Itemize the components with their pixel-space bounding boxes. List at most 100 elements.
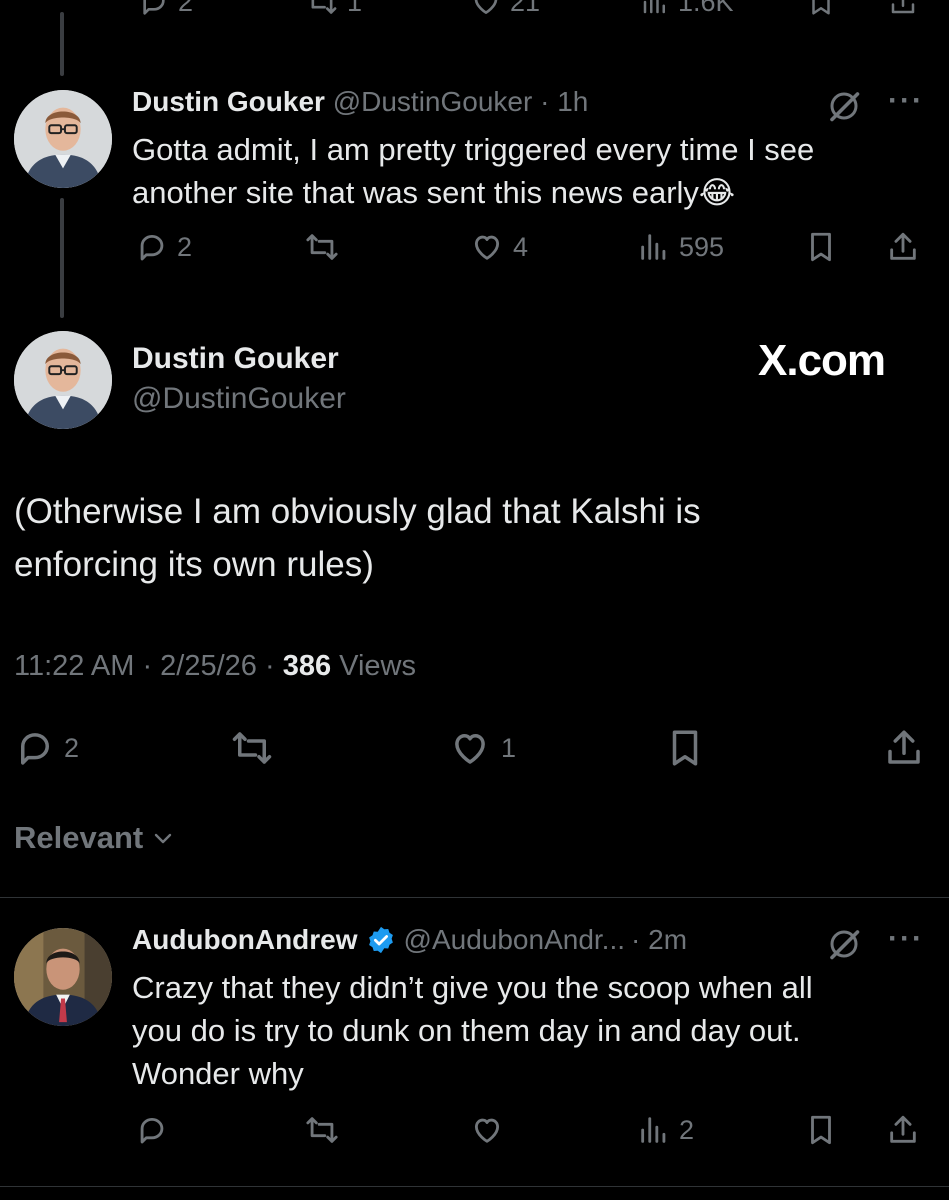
tweet-text-line-2: another site that was sent this news ear… <box>132 175 736 210</box>
top-partial-actions: 2 1 21 1.6K <box>0 0 949 30</box>
bookmark-icon <box>811 1115 831 1145</box>
handle[interactable]: @DustinGouker <box>132 382 346 416</box>
like-count: 4 <box>513 231 529 262</box>
top-share-button[interactable] <box>888 0 918 18</box>
share-button[interactable] <box>882 727 926 769</box>
tweet-header: Dustin Gouker @DustinGouker · 1h <box>132 86 588 118</box>
timestamp[interactable]: · 2m <box>631 924 687 956</box>
repost-button[interactable] <box>303 230 341 264</box>
top-repost-button[interactable]: 1 <box>305 0 362 18</box>
divider <box>0 897 949 898</box>
tweet-text-line-1: Crazy that they didn’t give you the scoo… <box>132 970 813 1005</box>
share-button[interactable] <box>886 230 920 264</box>
views-label[interactable]: Views <box>339 650 416 682</box>
views-count: 595 <box>679 231 725 262</box>
like-button[interactable]: 1 <box>447 727 516 769</box>
display-name[interactable]: Dustin Gouker <box>132 342 339 376</box>
repost-icon <box>232 732 272 764</box>
x-com-brand: X.com <box>758 336 886 385</box>
reply-icon <box>21 733 49 765</box>
more-options-icon[interactable]: ··· <box>888 922 924 956</box>
like-button[interactable] <box>469 1113 505 1147</box>
tweet-header: AudubonAndrew @AudubonAndr... · 2m <box>132 924 687 956</box>
views-icon <box>641 1117 666 1143</box>
reply-icon <box>140 1117 164 1144</box>
reply-button[interactable]: 2 <box>135 230 192 264</box>
views-count: 386 <box>282 650 332 682</box>
top-views-count: 1.6K <box>678 0 734 17</box>
top-reply-count: 2 <box>178 0 194 17</box>
bookmark-button[interactable] <box>804 230 838 264</box>
tweet-text-line-2: enforcing its own rules) <box>14 545 374 584</box>
tweet-text-line-1: Gotta admit, I am pretty triggered every… <box>132 132 815 167</box>
like-count: 1 <box>501 732 517 763</box>
top-bookmark-button[interactable] <box>806 0 836 18</box>
bookmark-icon <box>812 0 830 15</box>
reply-icon <box>143 0 165 15</box>
heart-icon <box>455 734 485 764</box>
verified-badge-icon <box>368 926 393 954</box>
share-button[interactable] <box>886 1113 920 1147</box>
tweet-text: Crazy that they didn’t give you the scoo… <box>132 966 813 1095</box>
avatar[interactable] <box>14 331 112 429</box>
bookmark-icon <box>811 232 831 262</box>
reply-count: 2 <box>64 732 80 763</box>
repost-icon <box>306 1117 338 1143</box>
share-icon <box>888 730 920 764</box>
grok-icon[interactable] <box>826 926 862 962</box>
display-name[interactable]: Dustin Gouker <box>132 86 325 117</box>
views-button[interactable]: 595 <box>637 230 724 264</box>
share-icon <box>890 1115 916 1143</box>
top-like-count: 21 <box>510 0 541 17</box>
tweet-text-line-1: (Otherwise I am obviously glad that Kals… <box>14 492 701 531</box>
top-views-button[interactable]: 1.6K <box>640 0 734 18</box>
reply-count: 2 <box>177 231 193 262</box>
handle[interactable]: @AudubonAndr... <box>404 924 625 956</box>
thread-line-top <box>60 12 64 76</box>
repost-button[interactable] <box>228 727 276 769</box>
timestamp[interactable]: · 1h <box>540 86 588 117</box>
grok-icon[interactable] <box>826 88 862 124</box>
handle[interactable]: @DustinGouker <box>333 86 533 117</box>
bookmark-icon <box>672 730 698 766</box>
tweet-text: (Otherwise I am obviously glad that Kals… <box>14 485 701 591</box>
repost-icon <box>311 0 337 14</box>
profile-photo-icon <box>14 928 112 1026</box>
divider <box>0 1186 949 1187</box>
views-icon <box>641 234 666 260</box>
avatar[interactable] <box>14 90 112 188</box>
top-like-button[interactable]: 21 <box>470 0 540 18</box>
tweet-text: Gotta admit, I am pretty triggered every… <box>132 128 814 214</box>
views-button[interactable]: 2 <box>637 1113 694 1147</box>
heart-icon <box>474 235 500 260</box>
reply-button[interactable]: 2 <box>14 727 79 769</box>
thread-line-middle <box>60 198 64 318</box>
bookmark-button[interactable] <box>804 1113 838 1147</box>
top-reply-button[interactable]: 2 <box>138 0 193 18</box>
avatar[interactable] <box>14 928 112 1026</box>
tweet-text-line-3: Wonder why <box>132 1056 304 1091</box>
sort-dropdown[interactable]: Relevant <box>14 820 175 856</box>
chevron-down-icon <box>155 833 172 844</box>
profile-photo-icon <box>14 90 112 188</box>
more-options-icon[interactable]: ··· <box>888 84 924 118</box>
tweet-time[interactable]: 11:22 AM <box>14 650 134 682</box>
bookmark-button[interactable] <box>664 727 706 769</box>
display-name[interactable]: AudubonAndrew <box>132 924 358 956</box>
profile-photo-icon <box>14 331 112 429</box>
tweet-date[interactable]: 2/25/26 <box>160 650 257 682</box>
share-icon <box>890 232 916 260</box>
repost-button[interactable] <box>303 1113 341 1147</box>
sort-label: Relevant <box>14 820 144 855</box>
views-icon <box>643 0 665 14</box>
reply-icon <box>140 234 164 261</box>
tweet-meta: 11:22 AM · 2/25/26 · 386 Views <box>14 650 417 682</box>
like-button[interactable]: 4 <box>469 230 528 264</box>
views-count: 2 <box>679 1114 695 1145</box>
reply-button[interactable] <box>135 1113 169 1147</box>
heart-icon <box>474 0 498 14</box>
share-icon <box>891 0 915 14</box>
heart-icon <box>474 1118 500 1143</box>
repost-icon <box>306 234 338 260</box>
tweet-text-line-2: you do is try to dunk on them day in and… <box>132 1013 801 1048</box>
